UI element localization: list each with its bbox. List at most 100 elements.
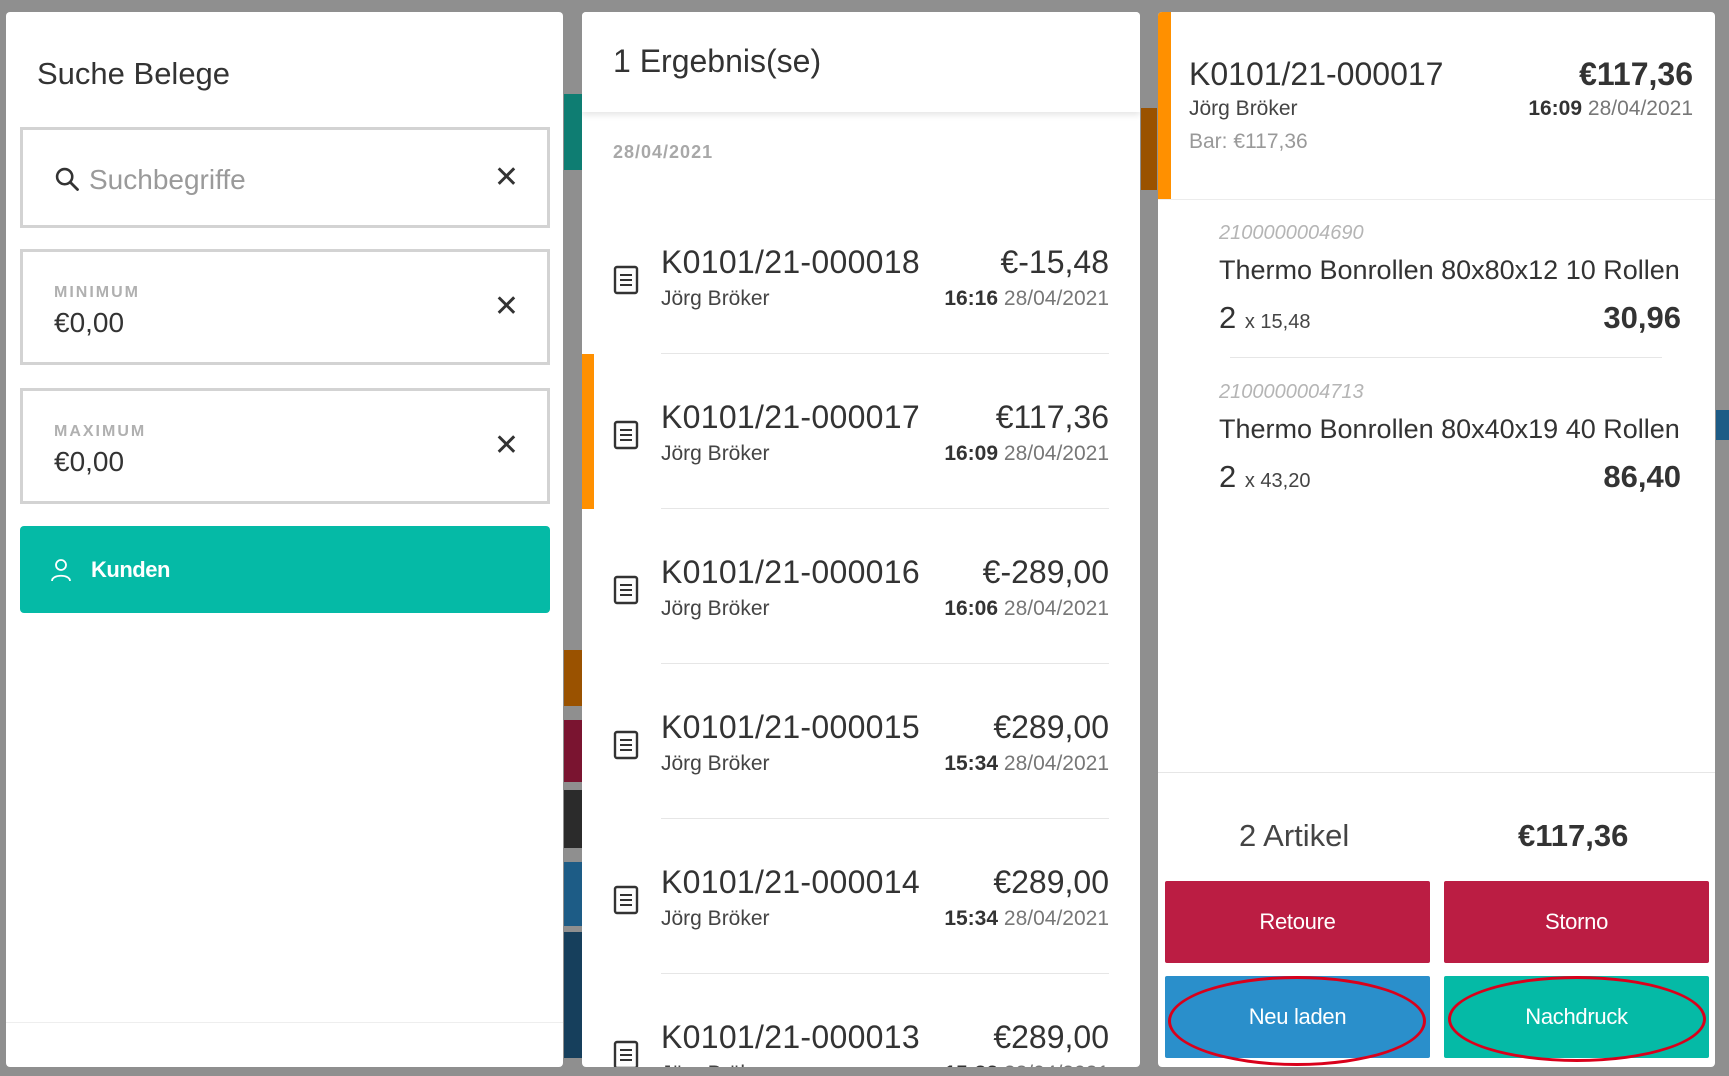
receipt-row[interactable]: K0101/21-000016 Jörg Bröker €-289,00 16:06 … xyxy=(582,509,1140,664)
detail-receipt-id: K0101/21-000017 xyxy=(1189,56,1444,92)
receipt-row[interactable]: K0101/21-000018 Jörg Bröker €-15,48 16:16 2… xyxy=(582,199,1140,354)
receipt-amount: €289,00 xyxy=(993,709,1109,745)
minimum-value[interactable]: €0,00 xyxy=(54,307,124,339)
receipt-date: 28/04/2021 xyxy=(1003,752,1109,775)
line-item-sku: 2100000004713 xyxy=(1219,381,1364,403)
line-item-unit-price: x 15,48 xyxy=(1244,311,1311,333)
receipt-timestamp: 16:06 28/04/2021 xyxy=(944,597,1109,621)
receipt-date: 28/04/2021 xyxy=(1003,442,1109,465)
receipt-time: 16:16 xyxy=(944,287,999,310)
customer-button[interactable]: Kunden xyxy=(20,526,550,613)
background-strip xyxy=(564,94,582,170)
detail-timestamp: 16:09 28/04/2021 xyxy=(1528,97,1693,121)
background-strip xyxy=(564,862,582,926)
receipt-row[interactable]: K0101/21-000017 Jörg Bröker €117,36 16:09 2… xyxy=(582,354,1140,509)
receipt-id: K0101/21-000017 xyxy=(661,399,920,435)
line-item-unit-price: x 43,20 xyxy=(1244,470,1311,492)
receipt-customer: Jörg Bröker xyxy=(661,442,770,465)
receipt-amount: €289,00 xyxy=(993,864,1109,900)
results-panel: 1 Ergebnis(se) 28/04/2021 K0101/21-00001… xyxy=(582,12,1140,1067)
background-strip xyxy=(564,790,582,848)
receipt-row[interactable]: K0101/21-000014 Jörg Bröker €289,00 15:34 2… xyxy=(582,819,1140,974)
receipt-total: €117,36 xyxy=(1518,818,1629,853)
receipt-id: K0101/21-000015 xyxy=(661,709,920,745)
receipt-amount: €-289,00 xyxy=(982,554,1109,590)
divider xyxy=(1158,199,1715,200)
receipt-date: 28/04/2021 xyxy=(1003,907,1109,930)
background-strip xyxy=(564,650,582,706)
detail-time: 16:09 xyxy=(1528,97,1583,120)
line-item-total: 30,96 xyxy=(1603,300,1681,335)
detail-date: 28/04/2021 xyxy=(1587,97,1693,120)
receipt-icon xyxy=(613,265,639,295)
receipt-timestamp: 15:34 28/04/2021 xyxy=(944,752,1109,776)
receipt-detail-panel: K0101/21-000017 €117,36 Jörg Bröker 16:0… xyxy=(1158,12,1715,1067)
item-count: 2 Artikel xyxy=(1239,818,1350,853)
receipt-timestamp: 16:16 28/04/2021 xyxy=(944,287,1109,311)
background-strip xyxy=(1716,410,1729,440)
receipt-id: K0101/21-000014 xyxy=(661,864,920,900)
receipt-time: 15:34 xyxy=(944,752,999,775)
retoure-button[interactable]: Retoure xyxy=(1165,881,1430,963)
clear-minimum-icon[interactable]: ✕ xyxy=(494,292,519,322)
receipt-date: 28/04/2021 xyxy=(1003,597,1109,620)
search-panel: Suche Belege Suchbegriffe ✕ MINIMUM €0,0… xyxy=(6,12,563,1067)
line-item-total: 86,40 xyxy=(1603,459,1681,494)
receipt-amount: €117,36 xyxy=(995,399,1109,435)
maximum-label: MAXIMUM xyxy=(54,423,147,440)
reload-button[interactable]: Neu laden xyxy=(1165,976,1430,1058)
receipt-date: 28/04/2021 xyxy=(1003,287,1109,310)
detail-payment: Bar: €117,36 xyxy=(1189,130,1308,153)
reprint-button[interactable]: Nachdruck xyxy=(1444,976,1709,1058)
line-item-sku: 2100000004690 xyxy=(1219,222,1364,244)
selected-accent xyxy=(1158,12,1171,199)
receipt-time: 16:06 xyxy=(944,597,999,620)
clear-maximum-icon[interactable]: ✕ xyxy=(494,431,519,461)
receipt-timestamp: 15:34 28/04/2021 xyxy=(944,907,1109,931)
receipt-amount: €289,00 xyxy=(993,1019,1109,1055)
maximum-amount-field[interactable]: MAXIMUM €0,00 ✕ xyxy=(20,388,550,504)
receipt-time: 16:09 xyxy=(944,442,999,465)
background-strip xyxy=(564,932,582,1058)
receipt-date: 28/04/2021 xyxy=(1004,1062,1109,1067)
receipt-customer: Jörg Bröker xyxy=(661,907,770,930)
receipt-time: 15:32 xyxy=(944,1062,998,1067)
detail-receipt-amount: €117,36 xyxy=(1579,56,1693,92)
receipt-id: K0101/21-000013 xyxy=(661,1019,920,1055)
receipt-customer: Jörg Bröker xyxy=(661,1062,770,1067)
storno-button[interactable]: Storno xyxy=(1444,881,1709,963)
receipt-timestamp: 16:09 28/04/2021 xyxy=(944,442,1109,466)
detail-customer-name: Jörg Bröker xyxy=(1189,97,1298,120)
panel-title: Suche Belege xyxy=(37,56,231,91)
receipt-icon xyxy=(613,730,639,760)
receipt-icon xyxy=(613,885,639,915)
receipt-customer: Jörg Bröker xyxy=(661,597,770,620)
search-icon xyxy=(55,167,79,191)
receipt-customer: Jörg Bröker xyxy=(661,752,770,775)
line-item-quantity: 2 x 15,48 xyxy=(1219,300,1310,336)
date-group-header: 28/04/2021 xyxy=(613,142,714,162)
divider xyxy=(6,1022,563,1023)
maximum-value[interactable]: €0,00 xyxy=(54,446,124,478)
receipt-amount: €-15,48 xyxy=(1000,244,1109,280)
receipt-icon xyxy=(613,575,639,605)
line-item-description: Thermo Bonrollen 80x40x19 40 Rollen xyxy=(1219,414,1680,444)
selected-accent xyxy=(582,354,594,509)
receipt-time: 15:34 xyxy=(944,907,999,930)
clear-search-icon[interactable]: ✕ xyxy=(494,162,519,193)
divider xyxy=(1230,357,1662,358)
background-strip xyxy=(1141,108,1157,190)
user-icon xyxy=(51,559,71,582)
line-item-quantity: 2 x 43,20 xyxy=(1219,459,1310,495)
customer-button-label: Kunden xyxy=(91,557,170,582)
receipt-customer: Jörg Bröker xyxy=(661,287,770,310)
results-header: 1 Ergebnis(se) xyxy=(582,12,1140,112)
receipt-row[interactable]: K0101/21-000015 Jörg Bröker €289,00 15:34 2… xyxy=(582,664,1140,819)
search-placeholder[interactable]: Suchbegriffe xyxy=(89,164,246,196)
search-field[interactable]: Suchbegriffe ✕ xyxy=(20,127,550,228)
minimum-amount-field[interactable]: MINIMUM €0,00 ✕ xyxy=(20,249,550,365)
receipt-row[interactable]: K0101/21-000013 Jörg Bröker €289,00 15:32 2… xyxy=(582,974,1140,1067)
receipt-id: K0101/21-000018 xyxy=(661,244,920,280)
minimum-label: MINIMUM xyxy=(54,284,140,301)
line-item-description: Thermo Bonrollen 80x80x12 10 Rollen xyxy=(1219,255,1680,285)
